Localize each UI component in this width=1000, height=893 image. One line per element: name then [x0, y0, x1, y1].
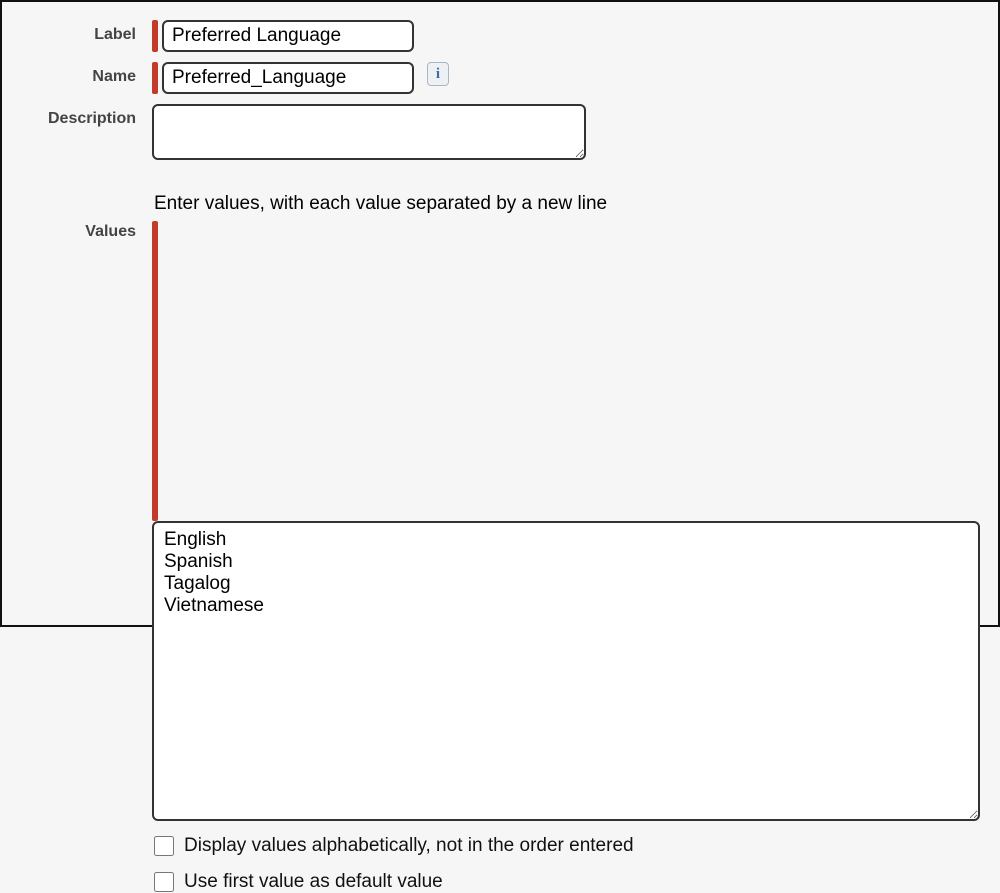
- label-for-label: Label: [20, 20, 152, 44]
- label-input[interactable]: [162, 20, 414, 52]
- alpha-sort-label: Display values alphabetically, not in th…: [184, 835, 634, 857]
- label-for-name: Name: [20, 62, 152, 86]
- alpha-sort-checkbox[interactable]: [154, 836, 174, 856]
- info-icon[interactable]: i: [427, 62, 449, 86]
- option-first-default: Use first value as default value: [154, 871, 980, 893]
- field-col-name: i: [152, 62, 980, 94]
- row-name: Name i: [20, 62, 980, 94]
- name-input[interactable]: [162, 62, 414, 94]
- option-alpha-sort: Display values alphabetically, not in th…: [154, 835, 980, 857]
- field-col-description: [152, 104, 980, 165]
- first-default-label: Use first value as default value: [184, 871, 443, 893]
- field-col-values: Enter values, with each value separated …: [152, 193, 980, 893]
- values-textarea[interactable]: [152, 521, 980, 821]
- label-for-description: Description: [20, 104, 152, 128]
- row-values: Values Enter values, with each value sep…: [20, 193, 980, 893]
- field-col-label: [152, 20, 980, 52]
- field-definition-panel: Label Name i Description Values Enter va…: [0, 0, 1000, 627]
- values-hint-text: Enter values, with each value separated …: [152, 193, 980, 215]
- required-indicator-icon: [152, 221, 158, 521]
- row-description: Description: [20, 104, 980, 165]
- description-textarea[interactable]: [152, 104, 586, 160]
- row-label: Label: [20, 20, 980, 52]
- label-for-values: Values: [20, 193, 152, 241]
- required-indicator-icon: [152, 20, 158, 52]
- first-default-checkbox[interactable]: [154, 872, 174, 892]
- required-indicator-icon: [152, 62, 158, 94]
